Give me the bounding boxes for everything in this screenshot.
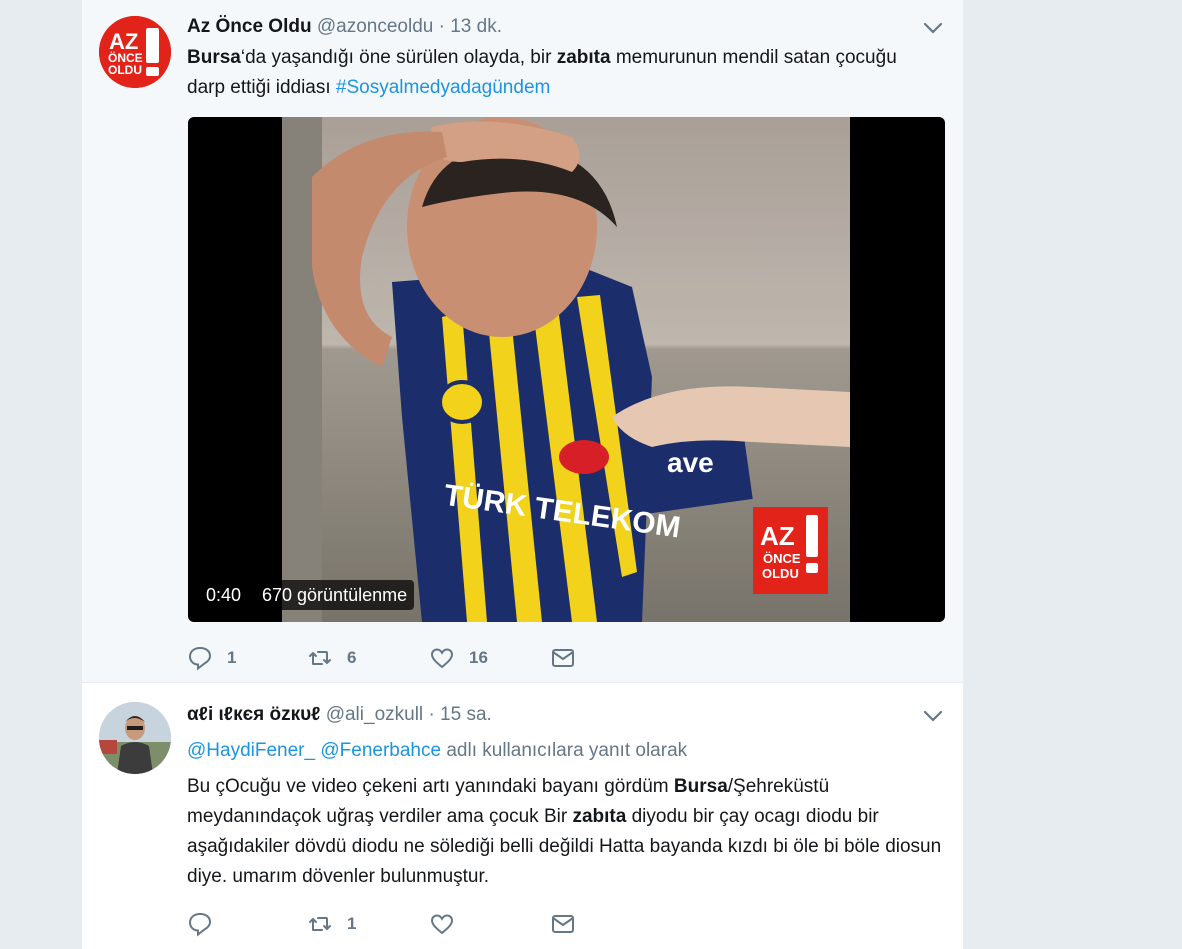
view-count: 670 görüntülenme — [255, 580, 415, 610]
az-once-oldu-logo: AZ ÖNCE OLDU — [99, 16, 171, 88]
like-button[interactable] — [429, 910, 469, 938]
username[interactable]: @ali_ozkull — [326, 704, 423, 725]
tweet-header: Az Önce Oldu @azonceoldu · 13 dk. — [187, 14, 502, 40]
tweet-text: Bursa‘da yaşandığı öne sürülen olayda, b… — [187, 43, 907, 103]
retweet-icon — [309, 651, 331, 665]
reply-icon — [188, 646, 212, 671]
direct-message-icon — [552, 649, 574, 667]
retweet-count: 6 — [347, 648, 357, 667]
bold-keyword: zabıta — [572, 806, 627, 827]
bold-keyword: Bursa — [673, 776, 728, 797]
video-player[interactable]: ave TÜRK TELEKOM AZ ÖNCE OLDU 0:40 670 g… — [188, 117, 945, 622]
svg-text:ÖNCE: ÖNCE — [763, 551, 801, 566]
reply-count: 1 — [227, 648, 237, 667]
text-segment: ‘da yaşandığı öne sürülen olayda, bir — [240, 47, 557, 68]
reply-button[interactable]: 1 — [187, 644, 236, 672]
direct-message-button[interactable] — [550, 644, 576, 672]
avatar[interactable] — [99, 702, 171, 774]
bold-keyword: Bursa — [187, 47, 241, 68]
video-duration: 0:40 — [199, 580, 249, 610]
like-icon — [430, 648, 454, 669]
avatar[interactable]: AZ ÖNCE OLDU — [99, 16, 171, 88]
reply-button[interactable] — [187, 910, 227, 938]
mention-link[interactable]: @Fenerbahce — [320, 740, 441, 761]
timestamp[interactable]: 13 dk. — [450, 16, 502, 37]
direct-message-icon — [552, 915, 574, 933]
direct-message-button[interactable] — [550, 910, 576, 938]
reply-icon — [188, 912, 212, 937]
mention-link[interactable]: @HaydiFener_ — [187, 740, 315, 761]
svg-text:OLDU: OLDU — [762, 566, 799, 581]
like-icon — [430, 914, 454, 935]
tweet-header: αℓi ιℓкєя özкυℓ @ali_ozkull · 15 sa. — [187, 702, 492, 728]
retweet-count: 1 — [347, 914, 357, 933]
tweet[interactable]: αℓi ιℓкєя özкυℓ @ali_ozkull · 15 sa. @Ha… — [82, 683, 963, 949]
chevron-down-icon[interactable] — [921, 704, 945, 728]
tweet-text: Bu çOcuğu ve video çekeni artı yanındaki… — [187, 772, 967, 892]
hashtag-link[interactable]: #Sosyalmedyadagündem — [336, 77, 550, 98]
svg-text:ave: ave — [667, 447, 714, 478]
fullname[interactable]: Az Önce Oldu — [187, 16, 312, 37]
video-thumbnail: ave TÜRK TELEKOM AZ ÖNCE OLDU — [282, 117, 850, 622]
timestamp[interactable]: 15 sa. — [440, 704, 492, 725]
reply-context: @HaydiFener_ @Fenerbahce adlı kullanıcıl… — [187, 736, 687, 766]
bold-keyword: zabıta — [556, 47, 611, 68]
retweet-button[interactable]: 1 — [307, 910, 356, 938]
user-photo — [99, 702, 171, 774]
svg-text:AZ: AZ — [760, 521, 795, 551]
tweet[interactable]: AZ ÖNCE OLDU Az Önce Oldu @azonceoldu · … — [82, 0, 963, 683]
like-button[interactable]: 16 — [429, 644, 488, 672]
tweet-actions: 1 — [187, 910, 607, 938]
retweet-button[interactable]: 6 — [307, 644, 356, 672]
text-segment: Bu çOcuğu ve video çekeni artı yanındaki… — [187, 776, 674, 797]
retweet-icon — [309, 917, 331, 931]
chevron-down-icon[interactable] — [921, 16, 945, 40]
fullname[interactable]: αℓi ιℓкєя özкυℓ — [187, 704, 320, 725]
tweet-actions: 1 6 16 — [187, 644, 607, 672]
username[interactable]: @azonceoldu — [317, 16, 433, 37]
like-count: 16 — [469, 648, 488, 667]
svg-text:OLDU: OLDU — [108, 63, 142, 77]
timeline: AZ ÖNCE OLDU Az Önce Oldu @azonceoldu · … — [82, 0, 963, 949]
separator: · — [438, 16, 445, 37]
separator: · — [428, 704, 435, 725]
reply-context-text: adlı kullanıcılara yanıt olarak — [441, 740, 688, 761]
